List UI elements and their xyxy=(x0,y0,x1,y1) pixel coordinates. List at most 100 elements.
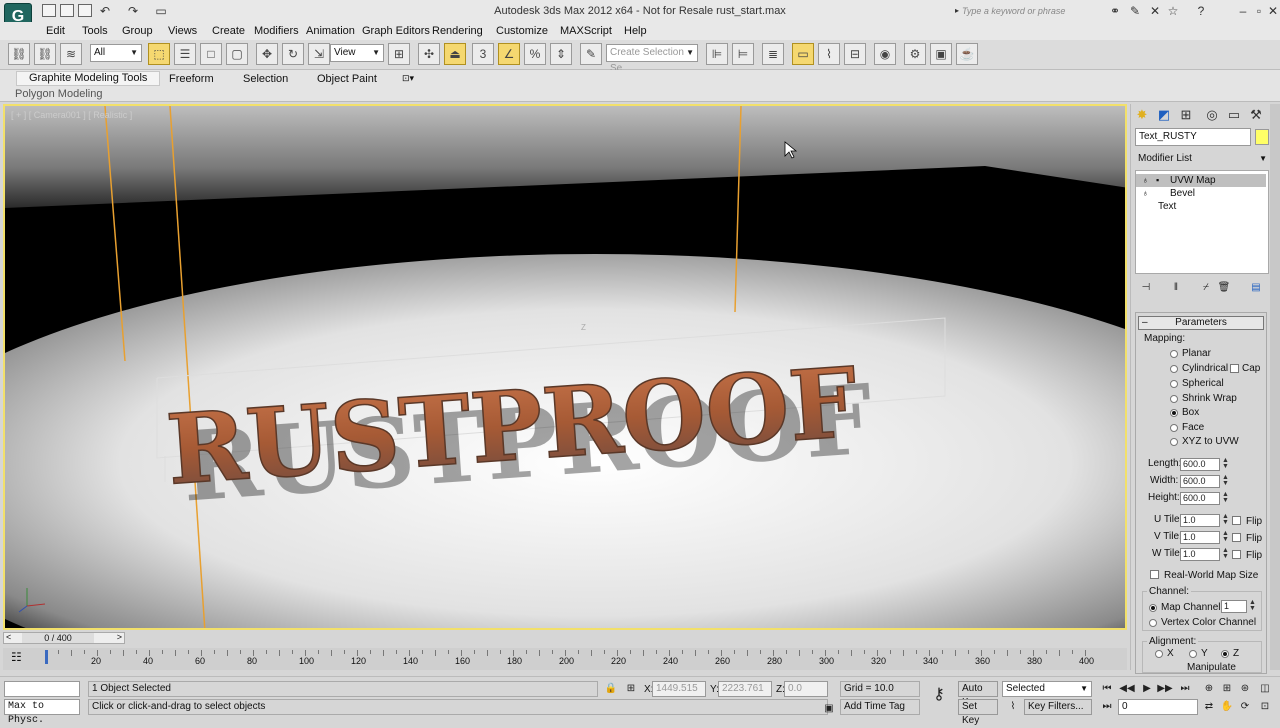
time-slider-prev-icon[interactable]: < xyxy=(6,632,11,642)
parameters-header[interactable]: – Parameters xyxy=(1138,316,1264,330)
menu-tools[interactable]: Tools xyxy=(82,25,108,37)
ribbon-panel-polygon-modeling[interactable]: Polygon Modeling xyxy=(15,88,102,100)
radio-align-y[interactable] xyxy=(1189,650,1197,658)
pin-stack-icon[interactable]: ⊣ xyxy=(1137,280,1155,296)
show-end-result-icon[interactable]: ‖ xyxy=(1167,280,1185,296)
radio-cylindrical[interactable] xyxy=(1170,365,1178,373)
menu-graph-editors[interactable]: Graph Editors xyxy=(362,25,430,37)
layer-manager-icon[interactable]: ≣ xyxy=(762,43,784,65)
length-spinner-arrows[interactable]: ▲ ▼ xyxy=(1222,457,1229,471)
viewport-label[interactable]: [ + ] [ Camera001 ] [ Realistic ] xyxy=(11,110,132,120)
select-and-rotate-icon[interactable]: ↻ xyxy=(282,43,304,65)
menu-customize[interactable]: Customize xyxy=(496,25,548,37)
display-tab-icon[interactable]: ▭ xyxy=(1225,106,1243,124)
rectangular-selection-icon[interactable]: □ xyxy=(200,43,222,65)
radio-vertex-color-channel[interactable] xyxy=(1149,619,1157,627)
maximize-viewport-icon[interactable]: ⊡ xyxy=(1256,699,1274,715)
maximize-icon[interactable]: ▫ xyxy=(1252,4,1266,18)
hierarchy-tab-icon[interactable]: ⊞ xyxy=(1177,106,1195,124)
current-frame-field[interactable]: 0 xyxy=(1118,699,1198,715)
menu-animation[interactable]: Animation xyxy=(306,25,355,37)
bind-space-warp-icon[interactable]: ≋ xyxy=(60,43,82,65)
tab-object-paint[interactable]: Object Paint xyxy=(317,73,377,85)
edit-named-selection-icon[interactable]: ✎ xyxy=(580,43,602,65)
length-spinner[interactable]: 600.0 xyxy=(1180,458,1220,471)
lightbulb-icon[interactable]: ♁ xyxy=(1142,174,1149,187)
maxscript-mini-listener[interactable]: Max to Physc. xyxy=(4,699,80,726)
tab-graphite-modeling-tools[interactable]: Graphite Modeling Tools xyxy=(16,71,161,86)
create-tab-icon[interactable]: ✸ xyxy=(1133,106,1151,124)
radio-align-x[interactable] xyxy=(1155,650,1163,658)
height-spinner-arrows[interactable]: ▲ ▼ xyxy=(1222,491,1229,505)
percent-snap-icon[interactable]: % xyxy=(524,43,546,65)
map-channel-spinner-arrows[interactable]: ▲ ▼ xyxy=(1249,599,1256,613)
orbit-icon[interactable]: ⊛ xyxy=(1236,681,1254,697)
make-unique-icon[interactable]: ⌿ xyxy=(1197,280,1215,296)
map-channel-spinner[interactable]: 1 xyxy=(1221,600,1247,613)
angle-snap-icon[interactable]: ∠ xyxy=(498,43,520,65)
expand-icon[interactable]: ▪ xyxy=(1156,174,1159,187)
previous-frame-icon[interactable]: ◀◀ xyxy=(1118,681,1136,697)
render-setup-icon[interactable]: ⚙ xyxy=(904,43,926,65)
wtile-spinner-arrows[interactable]: ▲ ▼ xyxy=(1222,547,1229,561)
minimize-icon[interactable]: – xyxy=(1236,4,1250,18)
curve-editor-icon[interactable]: ⌇ xyxy=(818,43,840,65)
tab-selection[interactable]: Selection xyxy=(243,73,288,85)
unlink-icon[interactable]: ⛓ xyxy=(34,43,56,65)
object-color-swatch[interactable] xyxy=(1255,129,1269,145)
rendered-frame-window-icon[interactable]: ▣ xyxy=(930,43,952,65)
track-bar[interactable]: ☷ 20 40 60 80 100 120 140 160 180 200 220 240 260 280… xyxy=(3,648,1127,670)
menu-modifiers[interactable]: Modifiers xyxy=(254,25,299,37)
radio-planar[interactable] xyxy=(1170,350,1178,358)
field-of-view-icon[interactable]: ◫ xyxy=(1256,681,1274,697)
window-crossing-icon[interactable]: ▢ xyxy=(226,43,248,65)
manipulate-icon[interactable]: ✣ xyxy=(418,43,440,65)
key-mode-dropdown[interactable]: Selected ▼ xyxy=(1002,681,1092,697)
orbit-camera-icon[interactable]: ⟳ xyxy=(1236,699,1254,715)
pan-icon[interactable]: ✋ xyxy=(1218,699,1236,715)
ribbon-options-icon[interactable]: ⊡▾ xyxy=(402,73,414,84)
close-icon[interactable]: ✕ xyxy=(1266,4,1280,18)
graphite-toggle-icon[interactable]: ▭ xyxy=(792,43,814,65)
help-icon[interactable]: ? xyxy=(1194,4,1208,18)
pivot-center-icon[interactable]: ⊞ xyxy=(388,43,410,65)
cap-checkbox[interactable] xyxy=(1230,364,1239,373)
selection-lock-icon[interactable]: 🔒 xyxy=(602,681,620,697)
select-and-scale-icon[interactable]: ⇲ xyxy=(308,43,330,65)
align-icon[interactable]: ⊨ xyxy=(732,43,754,65)
z-coordinate-field[interactable]: 0.0 xyxy=(784,681,828,697)
y-coordinate-field[interactable]: 2223.761 xyxy=(718,681,772,697)
binoculars-icon[interactable]: ⚭ xyxy=(1108,4,1122,18)
play-icon[interactable]: ▶ xyxy=(1138,681,1156,697)
select-and-link-icon[interactable]: ⛓ xyxy=(8,43,30,65)
radio-shrink-wrap[interactable] xyxy=(1170,395,1178,403)
ref-coord-dropdown[interactable]: View ▼ xyxy=(330,44,384,62)
menu-help[interactable]: Help xyxy=(624,25,647,37)
camera-viewport[interactable]: Z RUSTPROOF RUSTPROOF [ + ] [ Camera001 … xyxy=(3,104,1127,630)
utile-spinner[interactable]: 1.0 xyxy=(1180,514,1220,527)
height-spinner[interactable]: 600.0 xyxy=(1180,492,1220,505)
menu-maxscript[interactable]: MAXScript xyxy=(560,25,612,37)
time-tag-icon[interactable]: ▣ xyxy=(820,701,838,717)
menu-group[interactable]: Group xyxy=(122,25,153,37)
real-world-checkbox[interactable] xyxy=(1150,570,1159,579)
zoom-all-icon[interactable]: ⊞ xyxy=(1218,681,1236,697)
search-input[interactable]: Type a keyword or phrase xyxy=(962,6,1102,20)
favorites-icon[interactable]: ☆ xyxy=(1166,4,1180,18)
stack-item-text[interactable]: Text xyxy=(1136,200,1266,213)
key-filters-button[interactable]: Key Filters... xyxy=(1024,699,1092,715)
absolute-relative-icon[interactable]: ⊞ xyxy=(622,681,640,697)
radio-xyz-to-uvw[interactable] xyxy=(1170,438,1178,446)
default-in-out-tangent-icon[interactable]: ⌇ xyxy=(1004,699,1022,715)
select-object-icon[interactable]: ⬚ xyxy=(148,43,170,65)
maxscript-mini-listener-top[interactable] xyxy=(4,681,80,697)
menu-views[interactable]: Views xyxy=(168,25,197,37)
object-name-field[interactable]: Text_RUSTY xyxy=(1135,128,1251,146)
named-selection-dropdown[interactable]: Create Selection Se ▼ xyxy=(606,44,698,74)
uflip-checkbox[interactable] xyxy=(1232,516,1241,525)
x-coordinate-field[interactable]: 1449.515 xyxy=(652,681,706,697)
radio-box[interactable] xyxy=(1170,409,1178,417)
radio-align-z[interactable] xyxy=(1221,650,1229,658)
keyboard-shortcut-override-icon[interactable]: ⏏ xyxy=(444,43,466,65)
go-to-end-icon[interactable]: ⏭ xyxy=(1176,681,1194,697)
